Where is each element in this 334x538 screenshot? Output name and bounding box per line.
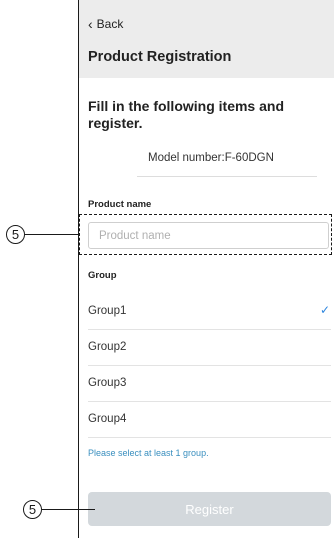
back-label: Back (96, 17, 124, 31)
register-button[interactable]: Register (88, 492, 331, 526)
register-callout: 5 (23, 500, 95, 519)
group-item-label: Group3 (88, 377, 127, 389)
group-item-2[interactable]: Group2 (88, 330, 331, 366)
group-item-1[interactable]: Group1 ✓ (88, 294, 331, 330)
screen-frame-edge (78, 0, 79, 538)
callout-leader-line (25, 233, 79, 236)
model-divider (137, 176, 317, 177)
group-item-4[interactable]: Group4 (88, 402, 331, 438)
group-item-3[interactable]: Group3 (88, 366, 331, 402)
chevron-left-icon: ‹ (88, 16, 93, 32)
header-bar (79, 0, 334, 78)
group-label: Group (88, 270, 117, 281)
input-callout: 5 (6, 225, 79, 244)
group-item-label: Group2 (88, 341, 127, 353)
group-item-label: Group1 (88, 305, 127, 317)
product-name-input[interactable] (88, 222, 329, 249)
page-title: Product Registration (88, 49, 232, 65)
instruction-text: Fill in the following items and register… (88, 98, 284, 131)
back-button[interactable]: ‹ Back (88, 17, 123, 31)
product-name-label: Product name (88, 199, 152, 210)
callout-leader-line (42, 508, 95, 511)
model-number: Model number:F-60DGN (148, 152, 274, 164)
callout-number: 5 (6, 225, 25, 244)
callout-number: 5 (23, 500, 42, 519)
group-hint-text: Please select at least 1 group. (88, 448, 209, 458)
checkmark-icon: ✓ (319, 303, 330, 317)
group-item-label: Group4 (88, 413, 127, 425)
